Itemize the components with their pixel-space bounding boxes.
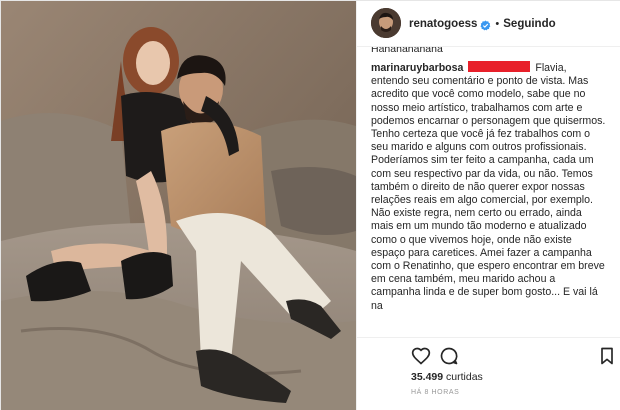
post-username[interactable]: renatogoess bbox=[409, 18, 477, 30]
comment-item: marinaruybarbosa Flavia, entendo seu com… bbox=[371, 61, 606, 313]
redaction-bar bbox=[468, 61, 531, 72]
likes-number: 35.499 bbox=[411, 371, 444, 383]
separator-dot: • bbox=[495, 17, 500, 30]
previous-comment: Hahahahahaha bbox=[371, 47, 443, 55]
likes-count[interactable]: 35.499 curtidas bbox=[411, 371, 483, 383]
bookmark-icon[interactable] bbox=[597, 346, 617, 366]
post-header: renatogoess • Seguindo bbox=[357, 1, 620, 47]
instagram-post: renatogoess • Seguindo Hahahahahaha mari… bbox=[0, 0, 620, 410]
comments-area: Hahahahahaha marinaruybarbosa Flavia, en… bbox=[371, 47, 616, 337]
following-button[interactable]: Seguindo bbox=[503, 18, 555, 30]
likes-label: curtidas bbox=[446, 371, 483, 383]
comment-text: Flavia, entendo seu comentário e ponto d… bbox=[371, 62, 606, 312]
heart-icon[interactable] bbox=[411, 346, 431, 366]
post-photo[interactable] bbox=[1, 1, 356, 410]
comment-bubble-icon[interactable] bbox=[439, 346, 459, 366]
post-timestamp: HÁ 8 HORAS bbox=[411, 389, 460, 396]
avatar-image bbox=[371, 8, 401, 38]
avatar[interactable] bbox=[371, 8, 401, 38]
action-bar bbox=[357, 337, 620, 371]
post-sidebar: renatogoess • Seguindo Hahahahahaha mari… bbox=[356, 1, 620, 410]
couple-photo-illustration bbox=[1, 1, 356, 410]
comment-username[interactable]: marinaruybarbosa bbox=[371, 62, 463, 74]
verified-badge-icon bbox=[480, 18, 491, 31]
